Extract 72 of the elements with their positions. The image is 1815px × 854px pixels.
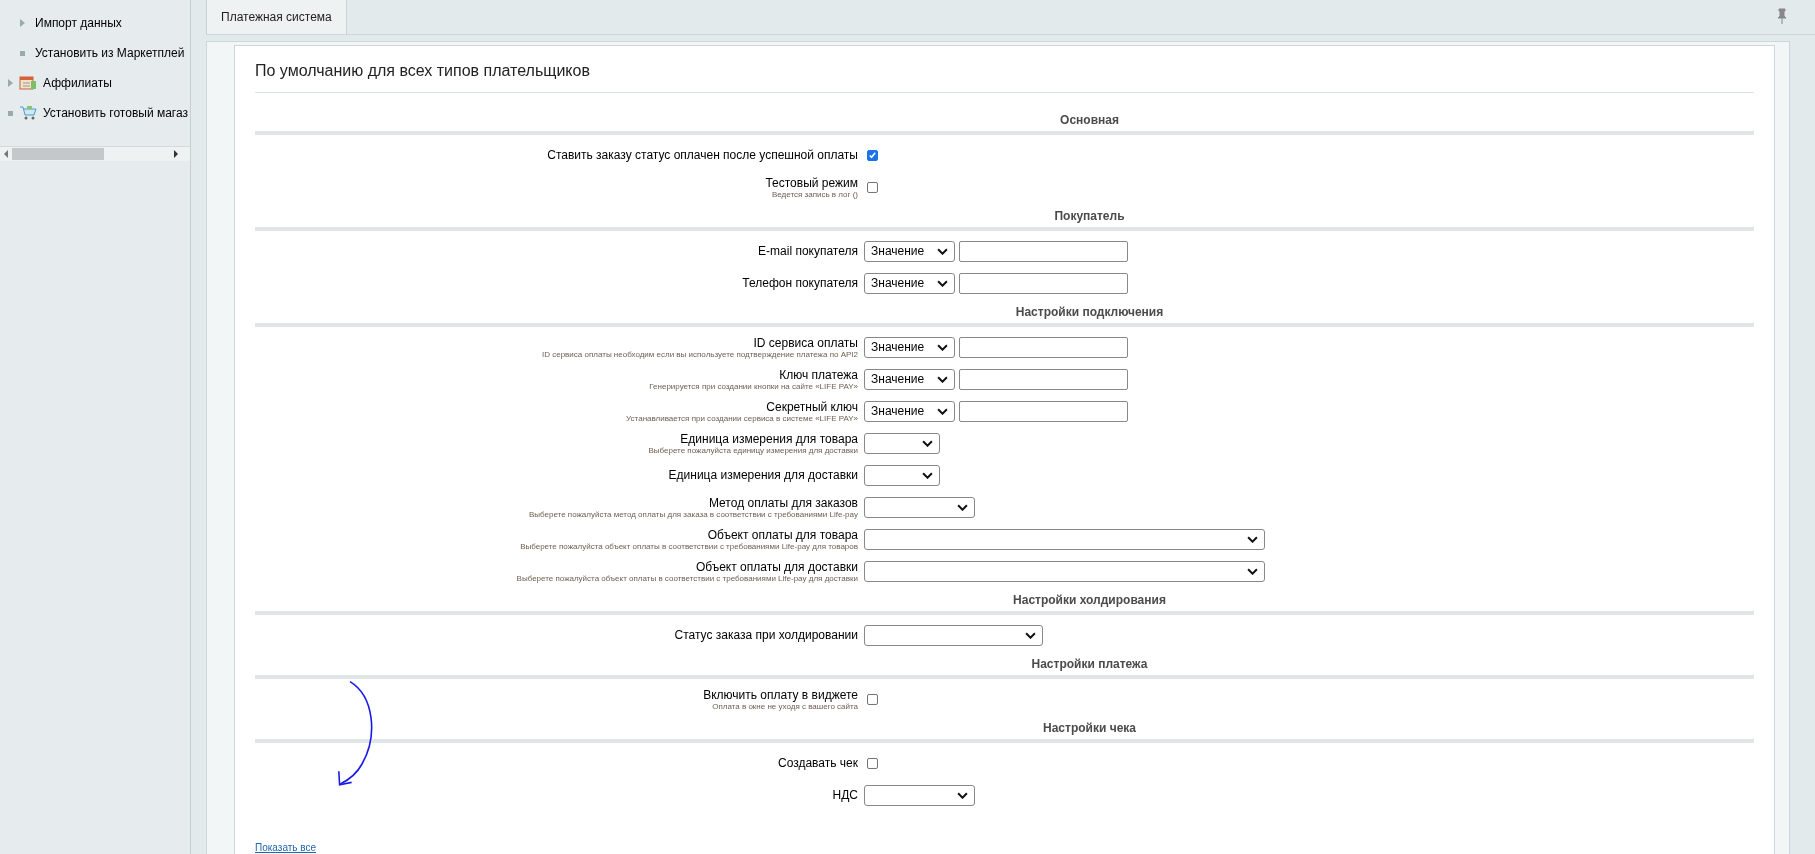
- panel-title: По умолчанию для всех типов плательщиков: [255, 56, 1754, 93]
- field-label: Ставить заказу статус оплачен после успешной оплаты: [547, 148, 858, 162]
- section-heading: Настройки платежа: [1030, 656, 1149, 673]
- field-label: Ключ платежа: [779, 367, 858, 382]
- field-hint: Выберете пожалуйста объект оплаты в соответствии с требованиями Life-pay для доставки: [516, 573, 858, 583]
- scroll-right-icon[interactable]: [174, 150, 178, 158]
- field-label: Объект оплаты для товара: [707, 527, 858, 542]
- chevron-down-icon[interactable]: [937, 343, 948, 351]
- field-hint: Выберете пожалуйста метод оплаты для заказа в соответствии с требованиями Life-pay: [528, 509, 858, 519]
- field-label: Метод оплаты для заказов: [708, 495, 858, 510]
- field-hint: Выберете пожалуйста единицу измерения для доставки: [648, 445, 858, 455]
- chevron-down-icon[interactable]: [1025, 631, 1036, 639]
- chevron-down-icon[interactable]: [937, 407, 948, 415]
- field-label: Секретный ключ: [766, 399, 858, 414]
- scroll-left-icon[interactable]: [4, 150, 8, 158]
- field-hint: ID сервиса оплаты необходим если вы используете подтверждение платежа по API2: [542, 349, 858, 359]
- tab[interactable]: Платежная система: [206, 0, 347, 34]
- field-hint: Устанавливается при создании сервиса в системе «LIFE PAY»: [626, 413, 858, 423]
- source-select[interactable]: Значение: [864, 400, 955, 422]
- chevron-down-icon[interactable]: [937, 247, 948, 255]
- field-label: ID сервиса оплаты: [753, 335, 858, 350]
- bullet-icon: [20, 50, 25, 56]
- field-label: Объект оплаты для доставки: [695, 559, 858, 574]
- section-heading: Настройки подключения: [1014, 304, 1165, 321]
- field-hint: Генерируется при создании кнопки на сайте «LIFE PAY»: [649, 381, 858, 391]
- show-all-link[interactable]: Показать все: [255, 842, 317, 853]
- section-heading: Основная: [1059, 112, 1120, 129]
- field-label: Телефон покупателя: [742, 276, 858, 290]
- sidebar-item[interactable]: Импорт данных: [35, 16, 122, 30]
- source-select[interactable]: Значение: [864, 336, 955, 358]
- field-label: Единица измерения для товара: [680, 431, 858, 446]
- chevron-down-icon[interactable]: [937, 279, 948, 287]
- input-field[interactable]: [959, 336, 1128, 358]
- field-hint: Оплата в окне не уходя с вашего сайта: [712, 701, 858, 711]
- input-field[interactable]: [959, 240, 1128, 262]
- field-hint: Ведется запись в лог (): [771, 189, 858, 199]
- source-select[interactable]: Значение: [864, 368, 955, 390]
- chevron-down-icon[interactable]: [957, 503, 968, 511]
- chevron-down-icon[interactable]: [957, 791, 968, 799]
- field-label: Тестовый режим: [765, 175, 858, 190]
- input-field[interactable]: [959, 400, 1128, 422]
- input-field[interactable]: [959, 272, 1128, 294]
- checkbox[interactable]: [867, 693, 878, 705]
- bullet-icon: [8, 110, 13, 116]
- sidebar-item[interactable]: Аффилиаты: [43, 76, 112, 90]
- pin-icon[interactable]: [1777, 8, 1787, 24]
- sidebar-item[interactable]: Установить готовый магаз: [43, 106, 188, 120]
- section-heading: Покупатель: [1053, 208, 1126, 225]
- checkbox[interactable]: [867, 181, 878, 193]
- field-label: Создавать чек: [777, 756, 858, 770]
- checkbox[interactable]: [867, 149, 878, 161]
- field-label: НДС: [832, 788, 858, 802]
- horizontal-scrollbar[interactable]: [0, 146, 190, 161]
- cart-icon: [19, 105, 37, 121]
- section-heading: Настройки холдирования: [1012, 592, 1167, 609]
- chevron-down-icon[interactable]: [1247, 535, 1258, 543]
- chevron-down-icon[interactable]: [922, 471, 933, 479]
- field-label: E-mail покупателя: [758, 244, 858, 258]
- section-heading: Настройки чека: [1042, 720, 1137, 737]
- input-field[interactable]: [959, 368, 1128, 390]
- chevron-down-icon[interactable]: [1247, 567, 1258, 575]
- document-icon: [19, 75, 37, 91]
- field-label: Статус заказа при холдировании: [674, 628, 858, 642]
- chevron-down-icon[interactable]: [937, 375, 948, 383]
- field-label: Единица измерения для доставки: [668, 468, 858, 482]
- chevron-down-icon[interactable]: [922, 439, 933, 447]
- sidebar-item[interactable]: Установить из Маркетплей: [35, 46, 185, 60]
- checkbox[interactable]: [867, 757, 878, 769]
- field-hint: Выберете пожалуйста объект оплаты в соответствии с требованиями Life-pay для товаров: [520, 541, 858, 551]
- source-select[interactable]: Значение: [864, 240, 955, 262]
- field-label: Включить оплату в виджете: [703, 687, 858, 702]
- source-select[interactable]: Значение: [864, 272, 955, 294]
